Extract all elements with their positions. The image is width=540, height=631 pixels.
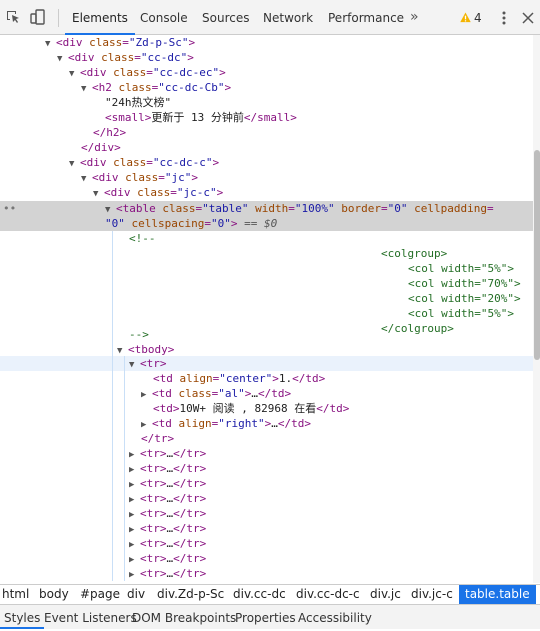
close-icon[interactable] [522, 12, 534, 24]
device-toolbar-icon[interactable] [30, 9, 46, 25]
dom-close-div[interactable]: </div> [81, 140, 121, 155]
tab-accessibility[interactable]: Accessibility [298, 605, 372, 629]
dom-node-td[interactable]: ▶ <td class="al">…</td> [141, 386, 291, 401]
dom-close-h2[interactable]: </h2> [93, 125, 126, 140]
breadcrumb-item[interactable]: div.jc [370, 585, 401, 604]
dom-node-tr-collapsed[interactable]: ▶ <tr>…</tr> [129, 491, 206, 506]
dom-node-tr-collapsed[interactable]: ▶ <tr>…</tr> [129, 476, 206, 491]
dom-comment-text[interactable]: <col width="5%"> [408, 306, 514, 321]
devtools-toolbar: Elements Console Sources Network Perform… [0, 0, 540, 35]
breadcrumb-item[interactable]: body [39, 585, 69, 604]
dom-node-div-zd-p-sc[interactable]: ▼ <div class="Zd-p-Sc"> [45, 35, 195, 50]
dom-node-div-jc[interactable]: ▼ <div class="jc"> [81, 170, 198, 185]
kebab-menu-icon[interactable] [498, 10, 510, 26]
dom-comment-text[interactable]: </colgroup> [381, 321, 454, 336]
dom-node-tr-expanded[interactable]: ▼ <tr> [129, 356, 167, 371]
indent-guide [112, 231, 113, 581]
tab-sources[interactable]: Sources [202, 0, 249, 35]
node-menu-dots[interactable]: •• [3, 202, 16, 215]
dom-node-small[interactable]: <small>更新于 13 分钟前</small> [105, 110, 297, 125]
expand-arrow-icon[interactable]: ▼ [81, 172, 92, 187]
dom-close-tr[interactable]: </tr> [141, 431, 174, 446]
expand-arrow-icon[interactable]: ▼ [45, 37, 56, 52]
expand-arrow-icon[interactable]: ▼ [57, 52, 68, 67]
dom-node-div-jc-c[interactable]: ▼ <div class="jc-c"> [93, 185, 223, 200]
dom-node-tr-collapsed[interactable]: ▶ <tr>…</tr> [129, 521, 206, 536]
tab-network[interactable]: Network [263, 0, 313, 35]
dom-node-td[interactable]: <td>10W+ 阅读 , 82968 在看</td> [153, 401, 349, 416]
dom-node-tr-collapsed[interactable]: ▶ <tr>…</tr> [129, 506, 206, 521]
breadcrumb-item[interactable]: div.cc-dc [233, 585, 286, 604]
tab-properties[interactable]: Properties [235, 605, 296, 629]
dom-scrollbar-thumb[interactable] [534, 150, 540, 360]
dom-comment-text[interactable]: <colgroup> [381, 246, 447, 261]
dom-node-tbody[interactable]: ▼ <tbody> [117, 342, 174, 357]
dom-node-div-cc-dc-ec[interactable]: ▼ <div class="cc-dc-ec"> [69, 65, 226, 80]
dom-node-td[interactable]: ▶ <td align="right">…</td> [141, 416, 311, 431]
breadcrumb-item[interactable]: div [127, 585, 145, 604]
dom-comment-text[interactable]: <col width="5%"> [408, 261, 514, 276]
warning-icon[interactable] [460, 12, 471, 23]
breadcrumb: html body #page div div.Zd-p-Sc div.cc-d… [0, 584, 540, 604]
collapsed-arrow-icon[interactable]: ▶ [141, 388, 152, 403]
collapsed-arrow-icon[interactable]: ▶ [129, 568, 140, 583]
indent-guide [124, 356, 125, 581]
expand-arrow-icon[interactable]: ▼ [69, 157, 80, 172]
expand-arrow-icon[interactable]: ▼ [129, 358, 140, 373]
tab-dom-breakpoints[interactable]: DOM Breakpoints [132, 605, 236, 629]
warning-count[interactable]: 4 [474, 0, 482, 35]
tab-console[interactable]: Console [140, 0, 188, 35]
dom-node-div-cc-dc-c[interactable]: ▼ <div class="cc-dc-c"> [69, 155, 219, 170]
dom-text-node[interactable]: "24h热文榜" [105, 95, 171, 110]
breadcrumb-item[interactable]: #page [80, 585, 120, 604]
dom-node-tr-collapsed[interactable]: ▶ <tr>…</tr> [129, 461, 206, 476]
tab-event-listeners[interactable]: Event Listeners [44, 605, 137, 629]
tab-elements[interactable]: Elements [65, 0, 135, 35]
inspect-icon[interactable] [5, 9, 21, 25]
dom-node-tr-collapsed[interactable]: ▶ <tr>…</tr> [129, 446, 206, 461]
dom-node-table-attrs[interactable]: "0" cellspacing="0"> == $0 [105, 216, 277, 231]
sidebar-tabs: Styles Event Listeners DOM Breakpoints P… [0, 604, 540, 629]
breadcrumb-item[interactable]: div.jc-c [411, 585, 453, 604]
expand-arrow-icon[interactable]: ▼ [81, 82, 92, 97]
dom-comment-close[interactable]: --> [129, 327, 149, 342]
expand-arrow-icon[interactable]: ▼ [93, 187, 104, 202]
breadcrumb-item-selected[interactable]: table.table [459, 585, 536, 604]
dom-comment-text[interactable]: <col width="20%"> [408, 291, 521, 306]
breadcrumb-item[interactable]: div.Zd-p-Sc [157, 585, 224, 604]
more-tabs-button[interactable]: » [410, 0, 419, 35]
dom-tree[interactable]: •• ▼ <div class="Zd-p-Sc"> ▼ <div class="c… [0, 35, 533, 583]
expand-arrow-icon[interactable]: ▼ [117, 344, 128, 359]
dom-comment-text[interactable]: <col width="70%"> [408, 276, 521, 291]
dom-comment-open[interactable]: <!-- [129, 231, 156, 246]
dom-node-td[interactable]: <td align="center">1.</td> [153, 371, 325, 386]
tab-styles[interactable]: Styles [0, 605, 45, 629]
breadcrumb-item[interactable]: html [2, 585, 29, 604]
dom-node-table-selected[interactable]: ▼ <table class="table" width="100%" borde… [105, 201, 494, 216]
dom-node-tr-collapsed[interactable]: ▶ <tr>…</tr> [129, 536, 206, 551]
breadcrumb-item[interactable]: div.cc-dc-c [296, 585, 360, 604]
dom-node-h2[interactable]: ▼ <h2 class="cc-dc-Cb"> [81, 80, 231, 95]
tab-performance[interactable]: Performance [328, 0, 404, 35]
toolbar-separator [58, 9, 59, 27]
hovered-node-highlight [0, 356, 533, 371]
dom-node-div-cc-dc[interactable]: ▼ <div class="cc-dc"> [57, 50, 194, 65]
dom-node-tr-collapsed[interactable]: ▶ <tr>…</tr> [129, 551, 206, 566]
expand-arrow-icon[interactable]: ▼ [69, 67, 80, 82]
dom-node-tr-collapsed[interactable]: ▶ <tr>…</tr> [129, 566, 206, 581]
